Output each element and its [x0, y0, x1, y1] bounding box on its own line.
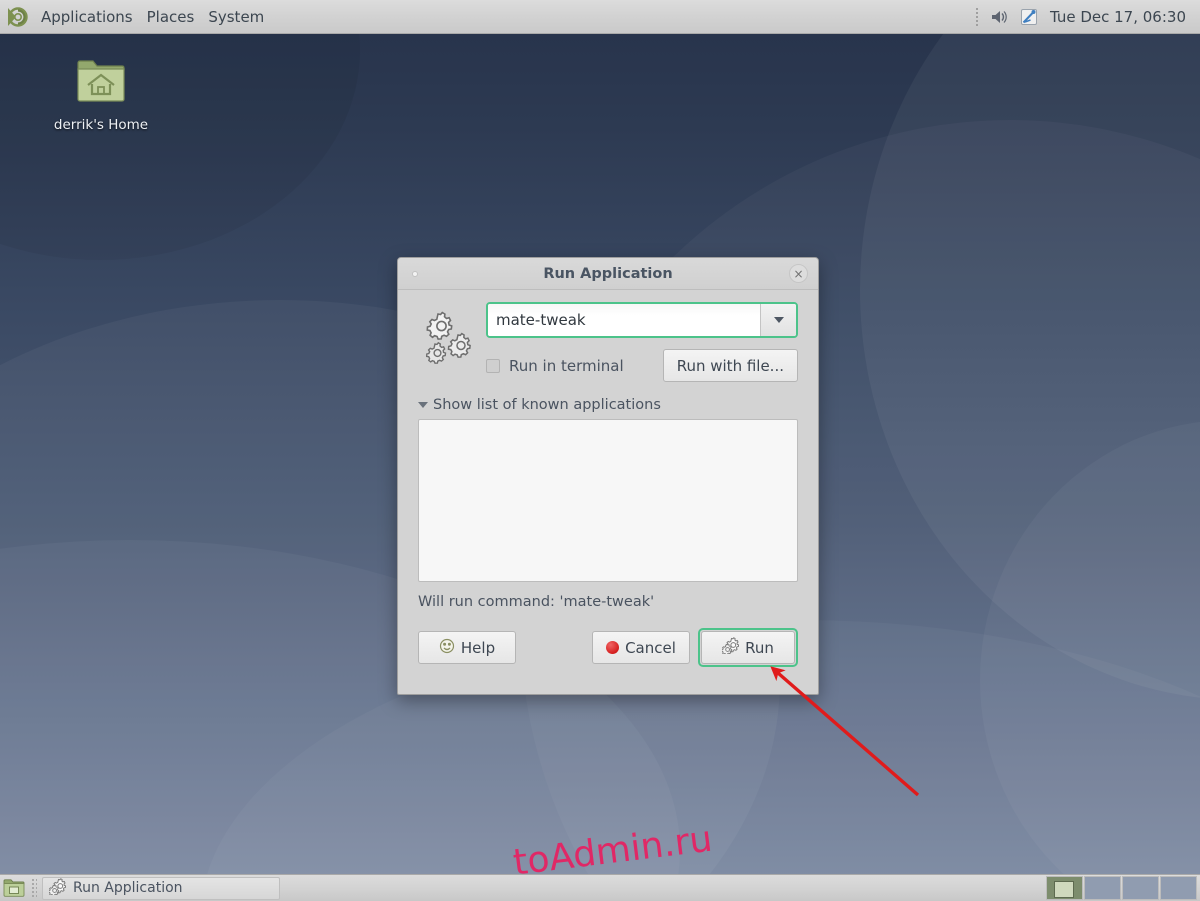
run-button[interactable]: Run — [701, 631, 795, 664]
menu-applications-label: Applications — [41, 7, 133, 26]
run-in-terminal-checkbox[interactable] — [486, 358, 500, 373]
desktop-icon-home[interactable]: derrik's Home — [45, 58, 157, 133]
workspace-2[interactable] — [1084, 876, 1121, 900]
menu-system[interactable]: System — [201, 4, 271, 30]
help-button-label: Help — [460, 638, 496, 657]
workspace-3[interactable] — [1122, 876, 1159, 900]
cancel-button-label: Cancel — [625, 638, 676, 657]
menu-system-label: System — [208, 7, 265, 26]
close-glyph: × — [793, 266, 804, 281]
run-with-file-button[interactable]: Run with file... — [662, 349, 798, 382]
dialog-body: Run in terminal Run with file... Show li… — [398, 290, 818, 694]
run-in-terminal-label: Run in terminal — [509, 356, 624, 375]
network-icon[interactable] — [1016, 4, 1042, 30]
show-desktop-icon[interactable] — [0, 875, 28, 901]
workspace-window-thumb — [1054, 881, 1074, 898]
known-applications-list[interactable] — [418, 419, 798, 582]
taskbar-window-button[interactable]: Run Application — [42, 876, 280, 900]
bottom-panel: Run Application — [0, 874, 1200, 901]
mate-logo-icon[interactable] — [4, 4, 30, 30]
command-combobox[interactable] — [486, 302, 798, 338]
chevron-down-icon[interactable] — [760, 304, 796, 336]
cancel-button[interactable]: Cancel — [592, 631, 690, 664]
volume-icon[interactable] — [986, 4, 1012, 30]
home-folder-icon — [75, 58, 127, 110]
desktop-icon-label: derrik's Home — [53, 117, 149, 133]
taskbar-window-label: Run Application — [73, 880, 183, 896]
menu-applications[interactable]: Applications — [34, 4, 140, 30]
help-button[interactable]: Help — [418, 631, 516, 664]
options-row: Run in terminal Run with file... — [486, 349, 798, 382]
gears-small-icon — [48, 877, 67, 899]
help-icon — [439, 638, 455, 658]
workspace-1[interactable] — [1046, 876, 1083, 900]
cancel-icon — [606, 641, 620, 654]
clock[interactable]: Tue Dec 17, 06:30 — [1044, 8, 1192, 26]
command-entry-column: Run in terminal Run with file... — [486, 302, 798, 382]
run-button-focus-ring: Run — [698, 628, 798, 667]
status-text: Will run command: 'mate-tweak' — [418, 594, 655, 610]
panel-grip-handle[interactable] — [974, 6, 980, 27]
wallpaper-shape — [980, 420, 1200, 901]
gears-small-icon — [721, 637, 740, 658]
notification-area: Tue Dec 17, 06:30 — [971, 0, 1200, 33]
gears-icon — [418, 302, 486, 374]
workspace-switcher — [1046, 875, 1200, 901]
dialog-titlebar[interactable]: Run Application × — [398, 258, 818, 290]
expander-label: Show list of known applications — [433, 397, 661, 413]
window-menu-dot-icon[interactable] — [412, 271, 418, 277]
wallpaper-shape — [860, 0, 1200, 700]
command-input[interactable] — [488, 304, 760, 336]
top-panel: Applications Places System Tue Dec 17, 0… — [0, 0, 1200, 34]
panel-menu-bar: Applications Places System — [0, 0, 271, 33]
command-row: Run in terminal Run with file... — [418, 302, 798, 382]
workspace-4[interactable] — [1160, 876, 1197, 900]
triangle-down-icon — [418, 402, 428, 408]
dialog-button-row: Help Cancel Run — [418, 628, 798, 667]
menu-places[interactable]: Places — [140, 4, 202, 30]
run-button-label: Run — [745, 638, 774, 657]
menu-places-label: Places — [146, 7, 195, 26]
desktop-screen: Applications Places System Tue Dec 17, 0… — [0, 0, 1200, 901]
dialog-title: Run Application — [543, 265, 673, 282]
show-known-applications-expander[interactable]: Show list of known applications — [418, 397, 798, 413]
chevron-down-glyph — [773, 317, 784, 323]
panel-grip-handle[interactable] — [31, 878, 37, 898]
run-application-dialog: Run Application × mate-tweak Run in term… — [397, 257, 819, 695]
close-icon[interactable]: × — [789, 264, 808, 283]
